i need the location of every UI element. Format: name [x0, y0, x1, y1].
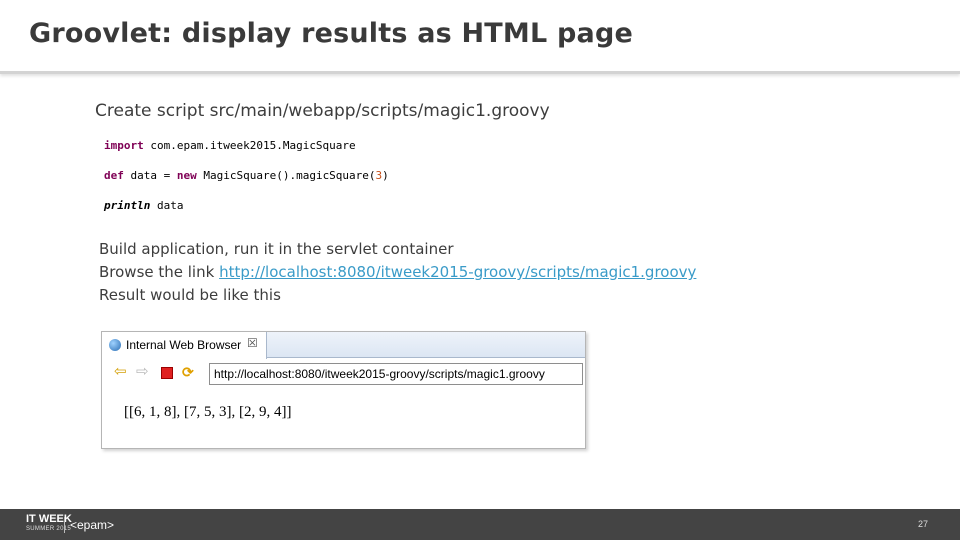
footer-bar: IT WEEK SUMMER 2015 <epam> 27	[0, 509, 960, 540]
keyword-def: def	[104, 169, 124, 182]
code-text: data	[150, 199, 184, 212]
internal-web-browser-screenshot: Internal Web Browser ☒ ⇦ ⇨ ⟳ http://loca…	[101, 331, 586, 449]
title-bar: Groovlet: display results as HTML page	[0, 0, 960, 74]
code-line-println: println data	[104, 199, 183, 212]
stop-icon[interactable]	[161, 367, 173, 379]
code-text: data =	[123, 169, 177, 182]
browse-instruction: Browse the link http://localhost:8080/it…	[99, 263, 696, 281]
create-script-instruction: Create script src/main/webapp/scripts/ma…	[95, 101, 550, 121]
refresh-icon[interactable]: ⟳	[182, 365, 196, 379]
build-instruction: Build application, run it in the servlet…	[99, 240, 454, 258]
code-line-import: import com.epam.itweek2015.MagicSquare	[104, 139, 356, 152]
keyword-println: println	[104, 199, 151, 212]
globe-icon	[109, 339, 121, 351]
code-line-def: def data = new MagicSquare().magicSquare…	[104, 169, 389, 182]
code-text: )	[382, 169, 389, 182]
keyword-new: new	[176, 169, 197, 182]
code-text: MagicSquare().magicSquare(	[196, 169, 376, 182]
result-instruction: Result would be like this	[99, 286, 281, 304]
close-tab-icon[interactable]: ☒	[247, 336, 258, 350]
browse-prefix: Browse the link	[99, 263, 220, 281]
address-bar[interactable]: http://localhost:8080/itweek2015-groovy/…	[209, 363, 583, 385]
page-number: 27	[917, 519, 928, 529]
browser-tab-strip: Internal Web Browser ☒	[102, 332, 585, 359]
browser-page-content: [[6, 1, 8], [7, 5, 3], [2, 9, 4]]	[124, 404, 292, 420]
slide-title: Groovlet: display results as HTML page	[29, 18, 633, 49]
import-path: com.epam.itweek2015.MagicSquare	[143, 139, 356, 152]
keyword-import: import	[104, 139, 144, 152]
browser-tab[interactable]: Internal Web Browser ☒	[102, 332, 267, 359]
magic-script-link[interactable]: http://localhost:8080/itweek2015-groovy/…	[219, 263, 696, 281]
browser-tab-label: Internal Web Browser	[126, 338, 242, 352]
logo-divider	[64, 517, 65, 533]
epam-logo: <epam>	[70, 518, 115, 532]
back-arrow-icon[interactable]: ⇦	[114, 364, 128, 379]
forward-arrow-icon[interactable]: ⇨	[136, 364, 150, 379]
